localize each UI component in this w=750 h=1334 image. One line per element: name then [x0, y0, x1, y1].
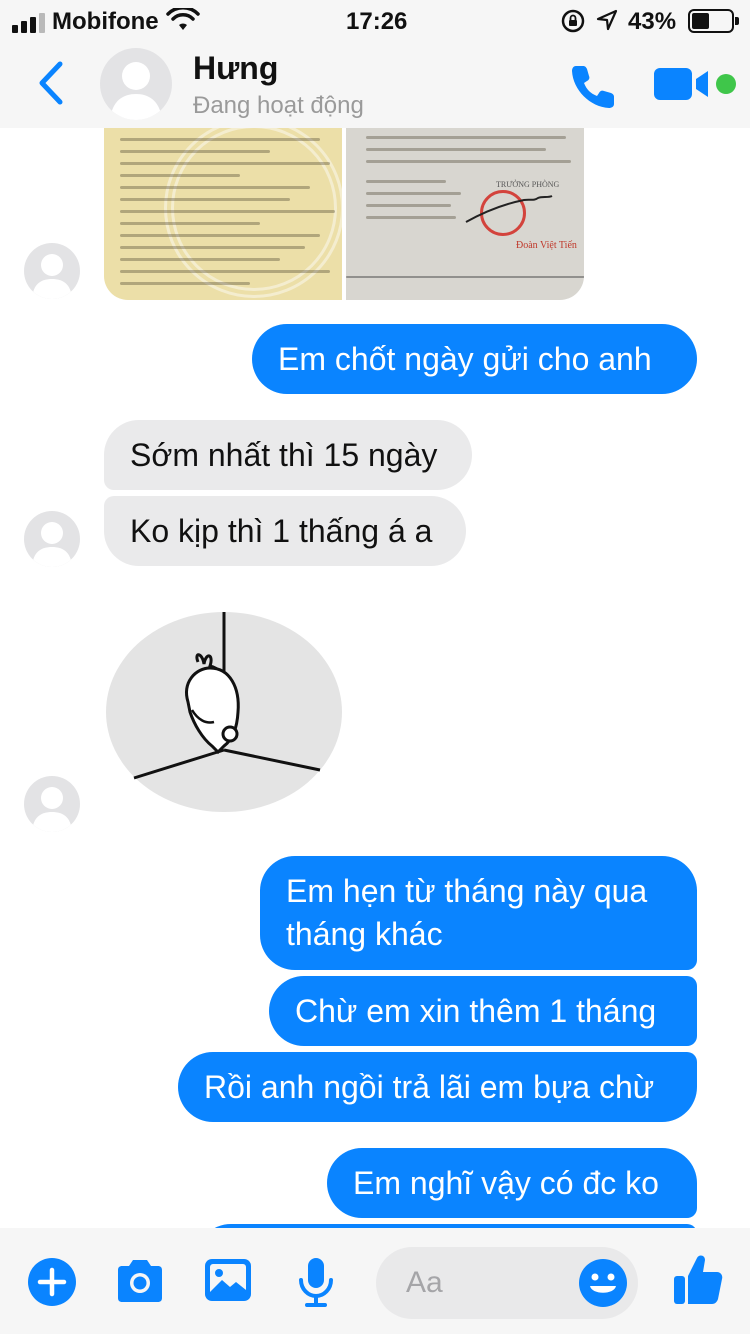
- plus-icon[interactable]: [28, 1258, 76, 1306]
- sender-avatar[interactable]: [24, 511, 80, 567]
- back-icon[interactable]: [30, 58, 70, 108]
- sender-avatar[interactable]: [24, 776, 80, 832]
- person-silhouette-icon: [32, 254, 72, 299]
- signature-mark: [465, 195, 553, 223]
- photo-attachment[interactable]: TRƯỞNG PHÒNG Đoàn Việt Tiến: [104, 128, 584, 300]
- message-outgoing[interactable]: Em hẹn từ tháng này qua tháng khác: [260, 856, 697, 970]
- carrier-name: Mobifone: [52, 8, 159, 35]
- top-bar: Mobifone 17:26 43% Hưng Đang hoạt động: [0, 0, 750, 128]
- video-camera-icon[interactable]: [652, 64, 710, 104]
- rotation-lock-icon: [561, 9, 585, 33]
- contact-status: Đang hoạt động: [193, 92, 364, 119]
- message-outgoing[interactable]: Chừ em xin thêm 1 tháng: [269, 976, 697, 1046]
- contact-avatar[interactable]: [100, 48, 172, 120]
- microphone-icon[interactable]: [296, 1256, 336, 1308]
- sticker-message[interactable]: [106, 612, 342, 812]
- message-thread[interactable]: TRƯỞNG PHÒNG Đoàn Việt Tiến Em chốt ngày…: [0, 128, 750, 1228]
- camera-icon[interactable]: [114, 1258, 166, 1304]
- message-outgoing[interactable]: Rồi anh ngồi trả lãi em bựa chừ: [178, 1052, 697, 1122]
- online-indicator: [716, 74, 736, 94]
- person-silhouette-icon: [32, 522, 72, 567]
- message-composer: [0, 1228, 750, 1334]
- business-license-photo[interactable]: [104, 128, 342, 300]
- person-silhouette-icon: [32, 787, 72, 832]
- clock: 17:26: [346, 8, 408, 35]
- phone-icon[interactable]: [568, 60, 620, 112]
- status-bar: Mobifone 17:26 43%: [0, 0, 750, 42]
- wifi-icon: [166, 8, 200, 30]
- document-signer-title: TRƯỞNG PHÒNG: [496, 180, 560, 189]
- hanging-rabbit-sticker-icon: [133, 612, 321, 780]
- battery-icon: [688, 9, 739, 33]
- cell-signal-icon: [12, 13, 45, 33]
- thumbs-up-icon[interactable]: [672, 1252, 724, 1306]
- message-input-pill[interactable]: [376, 1247, 638, 1319]
- location-arrow-icon: [596, 9, 618, 31]
- message-outgoing[interactable]: Em nghĩ vậy có đc ko: [327, 1148, 697, 1218]
- sender-avatar[interactable]: [24, 243, 80, 299]
- photo-icon[interactable]: [204, 1258, 252, 1302]
- person-silhouette-icon: [110, 62, 162, 120]
- signed-document-photo[interactable]: TRƯỞNG PHÒNG Đoàn Việt Tiến: [346, 128, 584, 300]
- battery-percent: 43%: [628, 8, 677, 35]
- message-incoming[interactable]: Sớm nhất thì 15 ngày: [104, 420, 472, 490]
- emoji-icon[interactable]: [578, 1258, 628, 1308]
- message-input[interactable]: [406, 1261, 576, 1305]
- document-signer-name: Đoàn Việt Tiến: [516, 240, 577, 251]
- message-incoming[interactable]: Ko kịp thì 1 thấng á a: [104, 496, 466, 566]
- contact-name[interactable]: Hưng: [193, 50, 278, 87]
- message-outgoing[interactable]: Em chốt ngày gửi cho anh: [252, 324, 697, 394]
